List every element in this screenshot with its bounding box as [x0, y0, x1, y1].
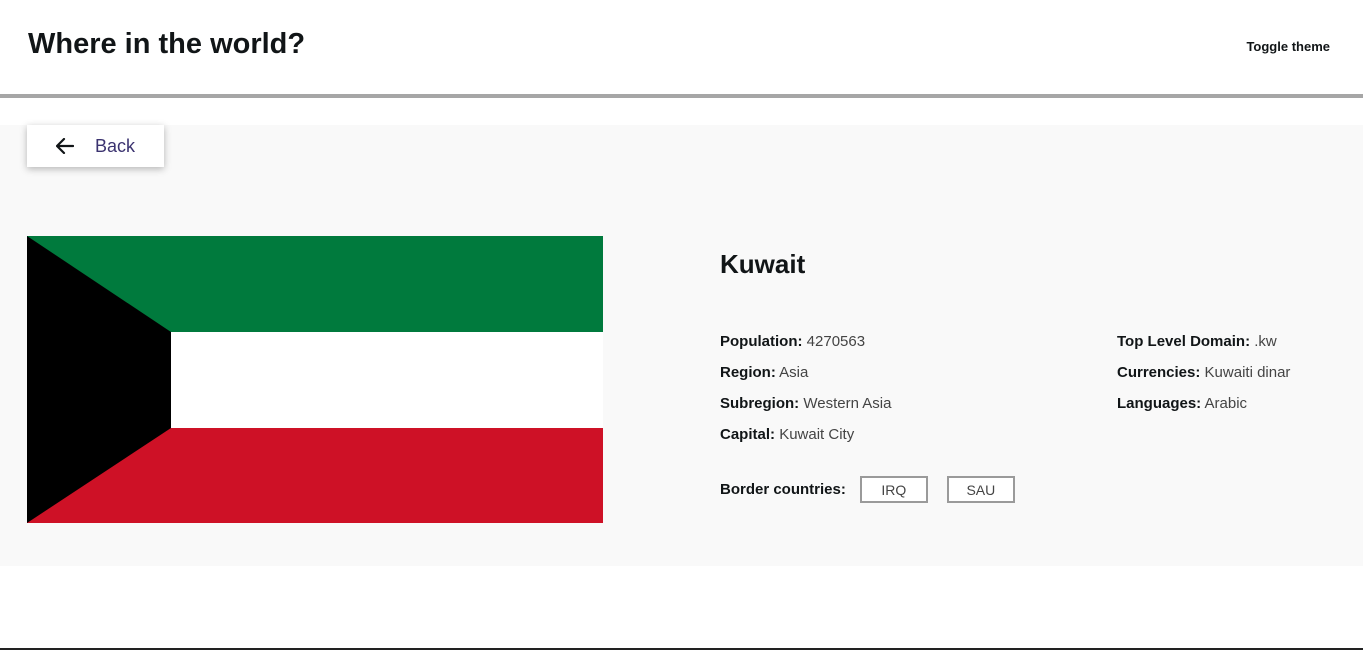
info-value: Kuwaiti dinar	[1204, 364, 1291, 381]
arrow-left-icon	[56, 138, 74, 154]
country-name: Kuwait	[720, 249, 806, 279]
info-column-left: Population: 4270563 Region: Asia Subregi…	[720, 326, 891, 450]
info-value: Western Asia	[803, 395, 892, 412]
border-countries-label: Border countries:	[720, 481, 846, 498]
toggle-theme-button[interactable]: Toggle theme	[1246, 39, 1330, 54]
info-capital: Capital: Kuwait City	[720, 419, 891, 450]
info-currencies: Currencies: Kuwaiti dinar	[1117, 357, 1290, 388]
info-value: .kw	[1254, 333, 1277, 350]
info-label: Top Level Domain:	[1117, 333, 1251, 350]
info-value: 4270563	[806, 333, 866, 350]
info-label: Currencies:	[1117, 364, 1201, 381]
border-country-button[interactable]: IRQ	[859, 476, 928, 503]
info-label: Languages:	[1117, 395, 1202, 412]
country-detail-main: Back Kuwait Population: 4270563 Region: …	[0, 125, 1363, 566]
border-countries: Border countries: IRQ SAU	[720, 476, 1034, 503]
info-languages: Languages: Arabic	[1117, 388, 1290, 419]
info-subregion: Subregion: Western Asia	[720, 388, 891, 419]
info-label: Subregion:	[720, 395, 800, 412]
info-top-level-domain: Top Level Domain: .kw	[1117, 326, 1290, 357]
info-value: Arabic	[1204, 395, 1248, 412]
border-country-button[interactable]: SAU	[946, 476, 1015, 503]
info-label: Population:	[720, 333, 803, 350]
info-label: Region:	[720, 364, 776, 381]
info-region: Region: Asia	[720, 357, 891, 388]
site-title: Where in the world?	[28, 28, 306, 60]
info-column-right: Top Level Domain: .kw Currencies: Kuwait…	[1117, 326, 1290, 419]
info-label: Capital:	[720, 426, 776, 443]
back-button-label: Back	[95, 136, 136, 156]
info-value: Kuwait City	[779, 426, 855, 443]
country-flag	[27, 236, 603, 523]
site-header: Where in the world? Toggle theme	[0, 0, 1363, 98]
info-value: Asia	[779, 364, 809, 381]
info-population: Population: 4270563	[720, 326, 891, 357]
back-button[interactable]: Back	[27, 125, 164, 167]
